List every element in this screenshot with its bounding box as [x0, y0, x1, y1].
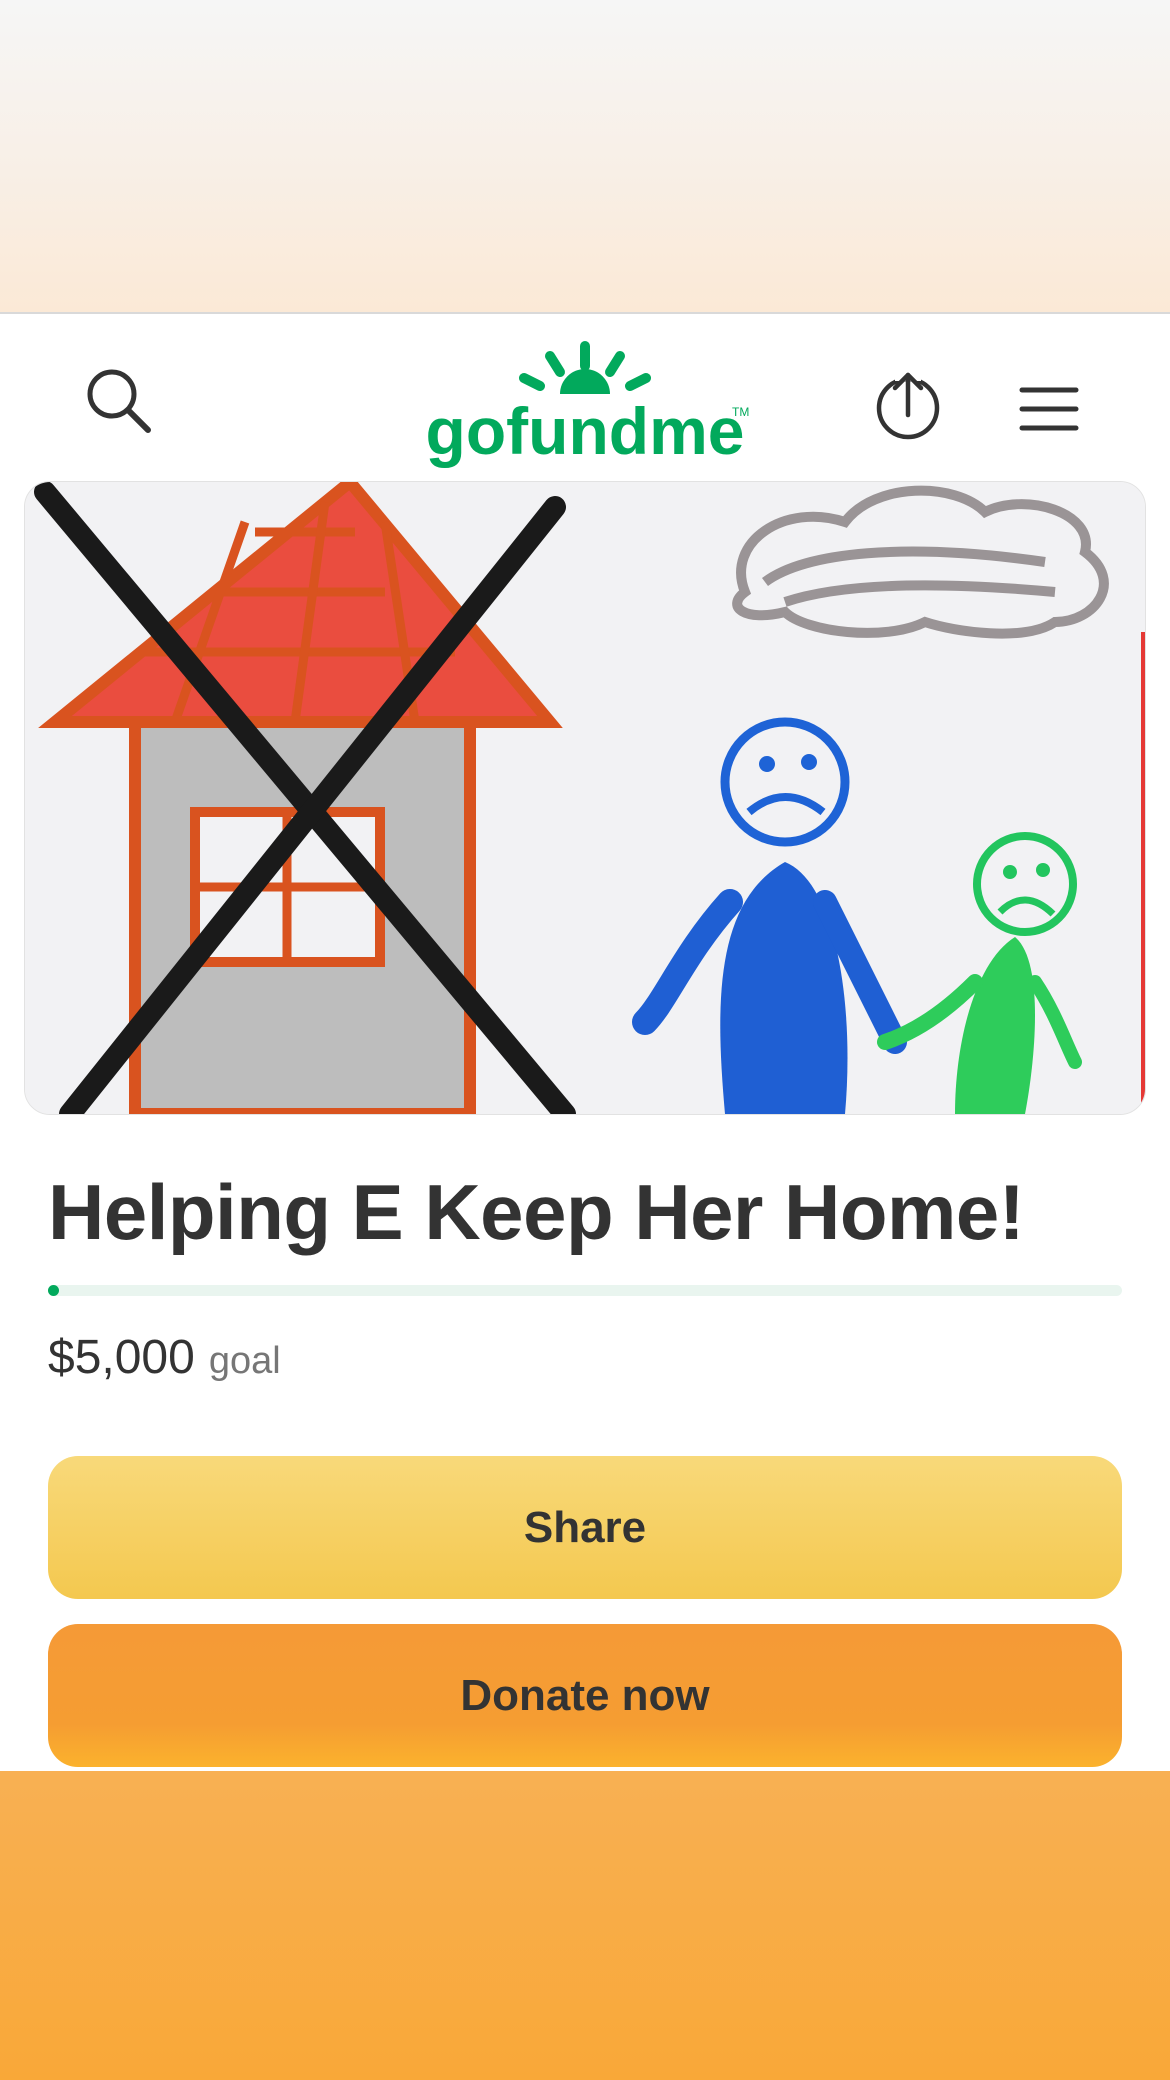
search-button[interactable]: [74, 356, 164, 446]
hamburger-menu-icon: [1019, 387, 1079, 431]
goal-summary: $5,000 goal: [48, 1330, 281, 1394]
bottom-banner-area: [0, 1771, 1170, 2080]
logo-trademark: TM: [732, 405, 749, 419]
site-header: gofundme TM: [0, 314, 1170, 480]
donation-progress-bar: [48, 1285, 1122, 1296]
search-icon: [87, 369, 151, 433]
logo-mark: gofundme TM: [426, 341, 749, 468]
goal-label: goal: [208, 1340, 281, 1382]
share-upload-icon: [876, 371, 940, 440]
gofundme-logo[interactable]: gofundme TM: [420, 336, 750, 476]
share-upload-button[interactable]: [858, 356, 958, 456]
menu-button[interactable]: [1004, 364, 1094, 454]
logo-wordmark: gofundme: [426, 394, 745, 468]
share-button[interactable]: Share: [48, 1456, 1122, 1599]
campaign-title: Helping E Keep Her Home!: [48, 1168, 1025, 1256]
goal-amount: $5,000: [48, 1331, 195, 1384]
donation-progress-fill: [48, 1285, 59, 1296]
donate-now-button[interactable]: Donate now: [48, 1624, 1122, 1767]
crayon-drawing-illustration: [25, 482, 1145, 1114]
top-banner-area: [0, 0, 1170, 314]
campaign-cover-image[interactable]: [24, 481, 1146, 1115]
